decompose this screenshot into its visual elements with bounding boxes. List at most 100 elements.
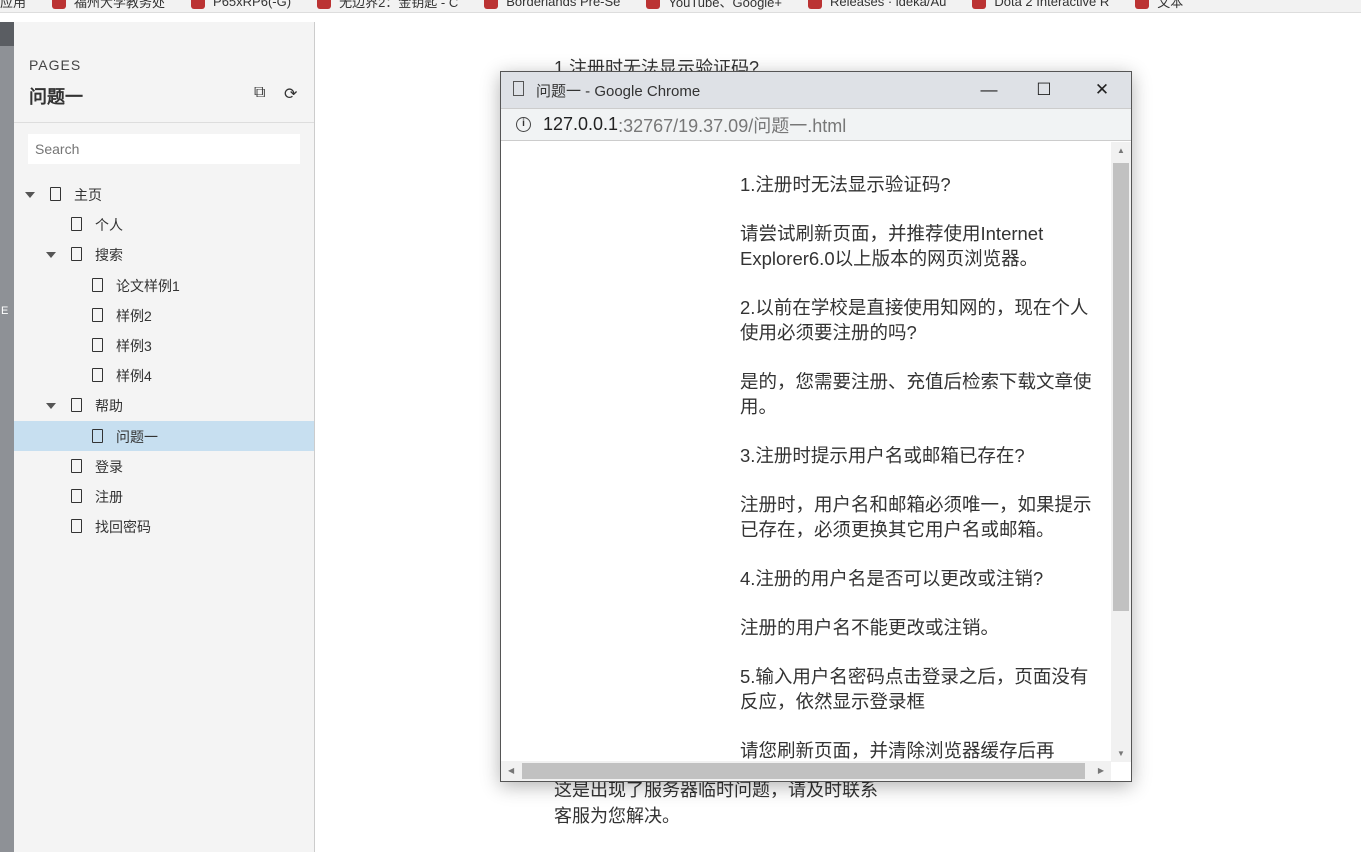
- popup-window: 问题一 - Google Chrome — ☐ ✕ i 127.0.0.1:32…: [500, 71, 1132, 782]
- expand-arrow-icon[interactable]: [46, 252, 56, 259]
- page-tree: 主页个人搜索论文样例1 样例2 样例3 样例4 帮助问题一登录注册找回密码: [14, 179, 314, 541]
- bookmark-item[interactable]: 文本: [1135, 0, 1183, 11]
- divider: [14, 122, 314, 123]
- close-button[interactable]: ✕: [1079, 72, 1125, 108]
- favicon-icon: [808, 0, 823, 9]
- bookmark-item[interactable]: 福州大学教务处: [52, 0, 165, 11]
- tree-item[interactable]: 注册: [14, 481, 314, 511]
- url-host: 127.0.0.1: [543, 114, 619, 134]
- bookmark-item[interactable]: Dota 2 Interactive R: [972, 0, 1109, 9]
- open-in-new-icon[interactable]: ⧉: [254, 84, 272, 102]
- page-icon: [92, 368, 103, 383]
- minimize-button[interactable]: —: [966, 72, 1012, 108]
- tree-item-label: 帮助: [95, 398, 123, 415]
- favicon-icon: [646, 0, 661, 9]
- page-icon: [71, 519, 82, 534]
- tree-item-label: 样例3: [116, 337, 152, 354]
- bookmark-item[interactable]: YouTube、Google+: [646, 0, 782, 11]
- faq-paragraph: 注册时，用户名和邮箱必须唯一，如果提示已存在，必须更换其它用户名或邮箱。: [740, 494, 1092, 540]
- faq-paragraph: 3.注册时提示用户名或邮箱已存在?: [740, 445, 1025, 466]
- page-icon: [71, 217, 82, 232]
- tree-item[interactable]: 论文样例1: [14, 270, 314, 300]
- left-strip: E: [0, 22, 14, 852]
- favicon-icon: [52, 0, 67, 9]
- bookmark-label: 福州大学教务处: [74, 0, 166, 10]
- page-icon: [71, 247, 82, 262]
- favicon-icon: [191, 0, 206, 9]
- tree-item-label: 问题一: [116, 428, 158, 445]
- vertical-scrollbar[interactable]: ▲ ▼: [1111, 142, 1131, 762]
- tree-item[interactable]: 搜索: [14, 239, 314, 269]
- tree-item[interactable]: 样例2: [14, 300, 314, 330]
- tree-item[interactable]: 登录: [14, 451, 314, 481]
- faq-paragraph: 注册的用户名不能更改或注销。: [740, 617, 1000, 638]
- faq-text: 客服为您解决。: [554, 806, 680, 826]
- tree-item[interactable]: 样例3: [14, 330, 314, 360]
- tree-item-label: 个人: [95, 217, 123, 234]
- search-input[interactable]: [28, 134, 300, 164]
- horizontal-scrollbar[interactable]: ◀ ▶: [501, 761, 1111, 781]
- tree-item[interactable]: 帮助: [14, 390, 314, 420]
- page-title: 问题一: [29, 87, 83, 107]
- page-icon: [92, 277, 103, 292]
- faq-paragraph: 2.以前在学校是直接使用知网的，现在个人使用必须要注册的吗?: [740, 297, 1089, 343]
- page-icon: [513, 81, 524, 96]
- bookmark-item[interactable]: 应用: [0, 0, 26, 11]
- page-icon: [92, 307, 103, 322]
- page-viewport: 1.注册时无法显示验证码? 请尝试刷新页面，并推荐使用Internet Explo…: [501, 142, 1111, 762]
- faq-paragraph: 1.注册时无法显示验证码?: [740, 174, 951, 195]
- tree-item-label: 注册: [95, 488, 123, 505]
- tree-item-label: 登录: [95, 458, 123, 475]
- sidebar: PAGES 问题一 ⧉ ⟳ 主页个人搜索论文样例1样例2样例3样例4帮助问题一登…: [14, 22, 315, 852]
- bookmarks-bar: 应用 福州大学教务处 P65xRP6(-G) 无边界2：金钥匙 - C Borderla…: [0, 0, 1361, 13]
- faq-paragraph: 请您刷新页面，并清除浏览器缓存后再: [740, 740, 1055, 761]
- tree-item[interactable]: 找回密码: [14, 511, 314, 541]
- bookmark-label: 文本: [1157, 0, 1184, 10]
- page-icon: [71, 458, 82, 473]
- strip-letter: E: [1, 305, 9, 317]
- favicon-icon: [484, 0, 499, 9]
- bookmark-label: 应用: [0, 0, 27, 10]
- faq-paragraph: 5.输入用户名密码点击登录之后，页面没有反应，依然显示登录框: [740, 666, 1089, 712]
- address-bar[interactable]: i 127.0.0.1:32767/19.37.09/问题一.html: [501, 108, 1131, 141]
- tree-item-label: 论文样例1: [116, 277, 180, 294]
- expand-arrow-icon[interactable]: [25, 192, 35, 198]
- tree-item-label: 主页: [74, 187, 102, 203]
- bookmark-item[interactable]: Releases · ideka/Au: [808, 0, 946, 9]
- tree-item-label: 找回密码: [95, 519, 151, 536]
- tree-item-label: 样例4: [116, 368, 152, 385]
- page-icon: [92, 337, 103, 352]
- bookmark-item[interactable]: 无边界2：金钥匙 - C: [317, 0, 458, 11]
- cursor-select-icon[interactable]: ⟳: [284, 84, 302, 103]
- bookmark-label: Releases · ideka/Au: [830, 0, 947, 9]
- bookmark-label: Borderlands Pre-Se: [506, 0, 621, 9]
- tree-item[interactable]: 个人: [14, 209, 314, 239]
- tree-item[interactable]: 样例4: [14, 360, 314, 390]
- tree-item-label: 样例2: [116, 307, 152, 324]
- bookmark-label: P65xRP6(-G): [213, 0, 292, 9]
- favicon-icon: [317, 0, 332, 9]
- bookmark-label: 无边界2：金钥匙 - C: [339, 0, 459, 10]
- page-icon: [71, 488, 82, 503]
- faq-paragraph: 请尝试刷新页面，并推荐使用Internet Explorer6.0以上版本的网页…: [740, 223, 1044, 269]
- faq-paragraph: 4.注册的用户名是否可以更改或注销?: [740, 568, 1044, 589]
- bookmark-item[interactable]: Borderlands Pre-Se: [484, 0, 620, 9]
- bookmark-label: YouTube、Google+: [668, 0, 783, 10]
- tree-item-label: 搜索: [95, 247, 123, 264]
- faq-content: 1.注册时无法显示验证码? 请尝试刷新页面，并推荐使用Internet Explo…: [740, 172, 1105, 762]
- page-icon: [50, 187, 61, 201]
- bookmark-item[interactable]: P65xRP6(-G): [191, 0, 291, 9]
- title-bar[interactable]: 问题一 - Google Chrome — ☐ ✕: [501, 72, 1131, 108]
- bookmark-label: Dota 2 Interactive R: [994, 0, 1110, 9]
- favicon-icon: [1135, 0, 1150, 9]
- page-icon: [92, 428, 103, 443]
- pages-label: PAGES: [29, 57, 82, 73]
- favicon-icon: [972, 0, 987, 9]
- url-path: :32767/19.37.09/问题一.html: [618, 115, 847, 136]
- tree-item[interactable]: 问题一: [14, 420, 314, 451]
- faq-paragraph: 是的，您需要注册、充值后检索下载文章使用。: [740, 371, 1092, 417]
- expand-arrow-icon[interactable]: [46, 403, 56, 410]
- info-icon[interactable]: i: [516, 117, 531, 132]
- tree-item[interactable]: 主页: [14, 179, 314, 209]
- maximize-button[interactable]: ☐: [1021, 72, 1067, 108]
